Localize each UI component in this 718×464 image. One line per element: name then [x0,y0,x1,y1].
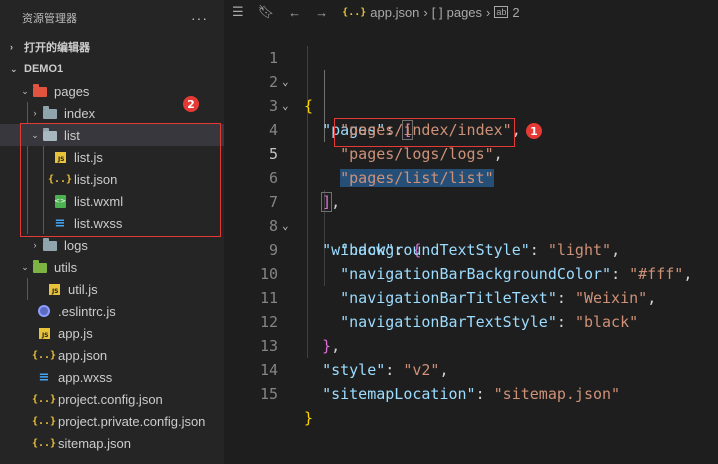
chevron-down-icon: ⌄ [21,261,29,272]
more-actions-icon[interactable]: ··· [191,10,208,26]
code-line: 7 ⌄ "window": { [224,166,718,259]
json-file-icon: {..} [342,6,367,18]
code-editor: ☰ 🔖︎ ← → {..} app.json › [ ] pages › ab … [224,0,718,464]
section-label: 打开的编辑器 [24,42,90,54]
code-line: 3 "pages/index/index", [224,70,718,139]
tree-item-project-private-config[interactable]: {..} project.private.config.json [0,410,224,432]
tree-item-label: project.config.json [58,391,163,407]
code-line: 4 "pages/logs/logs", [224,94,718,163]
tree-item-label: app.wxss [58,369,113,385]
tree-item-util-js[interactable]: JS util.js [0,278,224,300]
tree-item-label: project.private.config.json [58,413,206,429]
json-file-icon: {..} [31,393,57,405]
css-file-icon: ≡ [38,369,50,385]
chevron-down-icon: ⌄ [21,85,29,96]
tree-item-label: app.json [58,347,108,363]
chevron-right-icon: › [423,4,428,20]
section-label: DEMO1 [24,63,64,75]
code-line: 12 }, [224,286,718,355]
chevron-right-icon: › [33,108,37,118]
code-line: 2 ⌄ "pages": [ [224,46,718,140]
code-line: 14 "sitemapLocation": "sitemap.json" [224,334,718,403]
breadcrumb-key[interactable]: pages [447,5,482,20]
section-open-editors[interactable]: › 打开的编辑器 [0,36,224,58]
annotation-badge-1: 1 [526,123,542,139]
chevron-right-icon: › [486,4,491,20]
code-line: 15 } [224,358,718,427]
tree-item-sitemap[interactable]: {..} sitemap.json [0,432,224,454]
tree-item-label: sitemap.json [58,435,131,451]
string-item-icon: ab [494,6,509,18]
tree-item-project-config[interactable]: {..} project.config.json [0,388,224,410]
code-line: 1 ⌄ { [224,22,718,115]
explorer-sidebar: 资源管理器 ··· › 打开的编辑器 ⌄ DEMO1 ⌄ pages › ind… [0,0,224,464]
folder-icon [32,259,48,275]
code-line: 13 "style": "v2", [224,310,718,379]
explorer-title: 资源管理器 [22,13,77,25]
breadcrumb-file[interactable]: app.json [370,5,419,20]
folder-icon [32,83,48,99]
back-arrow-icon[interactable]: ← [288,5,301,20]
eslint-file-icon [36,303,52,319]
tree-item-label: logs [64,237,88,253]
annotation-badge-2: 2 [183,96,199,112]
tree-item-label: .eslintrc.js [58,303,116,319]
json-file-icon: {..} [31,415,57,427]
code-line: 10 "navigationBarTitleText": "Weixin", [224,238,718,307]
breadcrumb-index[interactable]: 2 [512,5,519,20]
json-file-icon: {..} [31,437,57,449]
editor-toolbar: ☰ 🔖︎ ← → {..} app.json › [ ] pages › ab … [224,0,718,24]
js-file-icon: JS [36,325,52,341]
tree-item-label: app.js [58,325,93,341]
tree-item-label: pages [54,83,90,99]
code-line: 9 "navigationBarBackgroundColor": "#fff"… [224,214,718,283]
chevron-right-icon: › [10,42,13,52]
json-file-icon: {..} [31,349,57,361]
chevron-down-icon: ⌄ [10,63,18,74]
annotation-box-selected-line [334,118,515,147]
tree-item-app-wxss[interactable]: ≡ app.wxss [0,366,224,388]
line-number: 15 [259,385,278,403]
explorer-header: 资源管理器 ··· [0,0,224,36]
tree-item-label: util.js [68,281,98,297]
folder-icon [42,237,58,253]
array-icon: [ ] [431,4,443,20]
menu-lines-icon[interactable]: ☰ [232,4,244,20]
code-line: 8 "backgroundTextStyle": "light", [224,190,718,259]
code-line: 11 "navigationBarTextStyle": "black" [224,262,718,331]
breadcrumb: {..} app.json › [ ] pages › ab 2 [342,5,519,20]
forward-arrow-icon[interactable]: → [315,5,328,20]
js-file-icon: JS [46,281,62,297]
tree-item-app-json[interactable]: {..} app.json [0,344,224,366]
tree-item-utils[interactable]: ⌄ utils [0,256,224,278]
code-area[interactable]: 1 ⌄ { 2 ⌄ "pages": [ 3 "pages/index/inde… [224,22,718,427]
tree-item-label: index [64,105,96,121]
chevron-right-icon: › [33,240,37,250]
annotation-box-list-folder [20,123,221,237]
tree-item-eslintrc[interactable]: .eslintrc.js [0,300,224,322]
tree-item-label: utils [54,259,78,275]
bookmark-icon[interactable]: 🔖︎ [258,4,275,20]
tree-item-app-js[interactable]: JS app.js [0,322,224,344]
folder-icon [42,105,58,121]
tree-item-logs[interactable]: › logs [0,234,224,256]
section-project[interactable]: ⌄ DEMO1 [0,58,224,80]
